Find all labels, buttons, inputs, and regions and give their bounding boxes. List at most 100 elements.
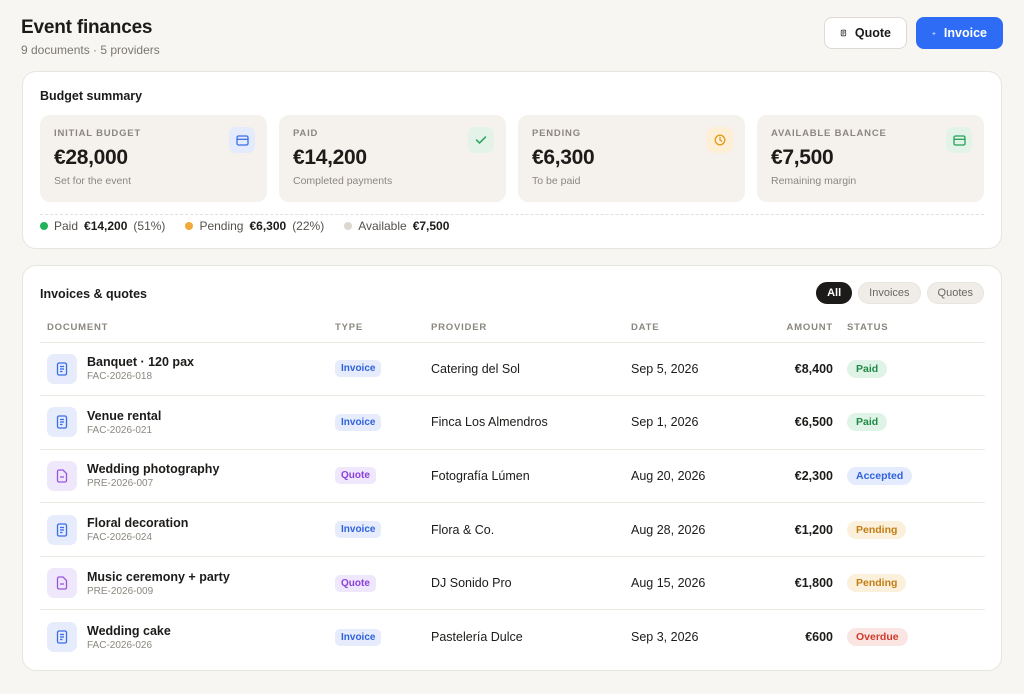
quote-icon — [47, 460, 77, 491]
cell-provider: Finca Los Almendros — [431, 395, 631, 450]
stat-paid: Paid €14,200 Completed payments — [279, 115, 506, 202]
legend-amount: €14,200 — [84, 219, 128, 233]
cell-status: Overdue — [847, 610, 985, 664]
cell-type: Invoice — [335, 395, 431, 450]
legend-dot — [185, 222, 194, 230]
cell-provider: Catering del Sol — [431, 342, 631, 397]
stat-value: €7,500 — [771, 146, 834, 169]
document-name: Venue rental — [87, 408, 162, 423]
col-provider: Provider — [431, 314, 631, 343]
budget-summary-title: Budget summary — [40, 89, 143, 103]
legend-dot — [344, 222, 353, 230]
new-quote-button[interactable]: Quote — [824, 17, 907, 49]
new-invoice-button[interactable]: Invoice — [916, 17, 1003, 49]
document-cell: Floral decoration FAC-2026-024 — [47, 514, 335, 545]
cell-provider: Pastelería Dulce — [431, 630, 523, 645]
stat-value: €6,300 — [532, 146, 595, 169]
document-code: FAC-2026-024 — [87, 532, 153, 544]
stat-label: Initial budget — [54, 128, 142, 139]
budget-legend: Paid €14,200 (51%) Pending €6,300 (22%) … — [40, 219, 449, 233]
document-name: Floral decoration — [87, 516, 189, 531]
budget-stats: Initial budget €28,000 Set for the event… — [40, 115, 984, 202]
cell-document: Wedding photography PRE-2026-007 — [40, 449, 335, 504]
type-badge: Quote — [335, 467, 376, 485]
legend-amount: €7,500 — [412, 219, 450, 233]
stat-value: €28,000 — [54, 146, 128, 169]
document-name: Wedding photography — [87, 462, 220, 477]
cell-amount: €8,400 — [751, 342, 847, 397]
budget-summary-card: Budget summary Initial budget €28,000 Se… — [22, 71, 1002, 249]
stat-hint: Set for the event — [54, 175, 132, 187]
cell-type: Quote — [335, 556, 431, 611]
document-cell: Music ceremony + party PRE-2026-009 — [47, 568, 335, 599]
table-row[interactable]: Banquet · 120 pax FAC-2026-018 Invoice Cate… — [40, 342, 985, 397]
cell-status: Paid — [847, 395, 985, 450]
invoice-icon — [47, 353, 77, 384]
table-row[interactable]: Venue rental FAC-2026-021 Invoice Finca Los… — [40, 395, 985, 450]
legend-item-available: Available €7,500 — [344, 219, 449, 233]
wallet-icon — [946, 127, 972, 153]
new-invoice-label: Invoice — [943, 26, 987, 40]
cell-type: Quote — [335, 449, 431, 504]
table-row[interactable]: Floral decoration FAC-2026-024 Invoice Flor… — [40, 502, 985, 557]
document-name: Banquet · 120 pax — [87, 355, 194, 370]
status-badge: Paid — [847, 359, 888, 378]
stat-available-balance: Available balance €7,500 Remaining margi… — [757, 115, 984, 202]
new-quote-label: Quote — [854, 26, 891, 40]
cell-amount: €1,200 — [751, 502, 847, 557]
cell-date: Aug 15, 2026 — [631, 556, 751, 611]
invoices-title: Invoices & quotes — [40, 287, 147, 301]
legend-label: Pending — [199, 219, 244, 233]
cell-status: Paid — [847, 342, 985, 397]
document-cell: Venue rental FAC-2026-021 — [47, 407, 335, 438]
cell-document: Wedding cake FAC-2026-026 — [40, 610, 335, 664]
cell-type: Invoice — [335, 610, 431, 664]
filter-all[interactable]: All — [816, 282, 853, 304]
cell-date: Sep 5, 2026 — [631, 342, 751, 397]
document-code: FAC-2026-018 — [87, 371, 153, 383]
cell-amount: €1,800 — [751, 556, 847, 611]
cell-provider: DJ Sonido Pro — [431, 556, 631, 611]
legend-item-paid: Paid €14,200 (51%) — [40, 219, 165, 233]
cell-date: Aug 28, 2026 — [631, 502, 751, 557]
invoice-icon — [47, 514, 77, 545]
check-icon — [468, 127, 494, 153]
invoices-card: Invoices & quotes All Invoices Quotes Do… — [22, 265, 1002, 671]
stat-hint: Completed payments — [293, 175, 393, 187]
cell-date: Sep 3, 2026 — [631, 630, 699, 645]
document-icon — [840, 29, 847, 37]
cell-amount: €6,500 — [751, 395, 847, 450]
legend-percent: (51%) — [133, 219, 166, 233]
legend-dot — [40, 222, 48, 230]
col-amount: Amount — [751, 314, 847, 343]
col-date: Date — [631, 314, 751, 343]
legend-percent: (22%) — [292, 219, 325, 233]
legend-label: Available — [358, 219, 407, 233]
table-header-row: Document Type Provider Date Amount Statu… — [40, 314, 985, 343]
cell-status: Pending — [847, 502, 985, 557]
cell-date: Sep 1, 2026 — [631, 395, 751, 450]
status-badge: Accepted — [847, 466, 913, 485]
document-cell: Wedding photography PRE-2026-007 — [47, 460, 335, 491]
document-code: FAC-2026-021 — [87, 424, 153, 436]
cell-document: Music ceremony + party PRE-2026-009 — [40, 556, 335, 611]
type-badge: Invoice — [335, 521, 382, 539]
filter-invoices[interactable]: Invoices — [858, 282, 921, 304]
invoice-icon — [47, 407, 77, 438]
invoice-icon — [47, 622, 77, 653]
stat-pending: Pending €6,300 To be paid — [518, 115, 745, 202]
cell-date: Aug 20, 2026 — [631, 449, 751, 504]
legend-label: Paid — [54, 219, 79, 233]
table-row[interactable]: Wedding cake FAC-2026-026 Invoice Pastelerí… — [40, 610, 985, 664]
table-row[interactable]: Music ceremony + party PRE-2026-009 Quote D… — [40, 556, 985, 611]
document-filters: All Invoices Quotes — [816, 282, 984, 304]
plus-icon — [932, 31, 936, 35]
header-actions: Quote Invoice — [824, 17, 1003, 49]
type-badge: Invoice — [335, 360, 382, 378]
table-row[interactable]: Wedding photography PRE-2026-007 Quote Foto… — [40, 449, 985, 504]
filter-quotes[interactable]: Quotes — [926, 282, 984, 304]
col-type: Type — [335, 314, 431, 343]
cell-amount: €600 — [805, 630, 833, 645]
cell-document: Floral decoration FAC-2026-024 — [40, 502, 335, 557]
clock-icon — [707, 127, 733, 153]
